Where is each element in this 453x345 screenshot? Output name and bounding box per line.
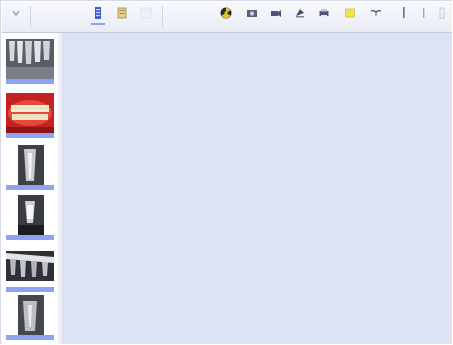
scan-button[interactable] (290, 5, 310, 31)
thumbnail-item[interactable] (6, 247, 54, 293)
xray-thumbnail (6, 195, 54, 235)
patient-list-icon (92, 7, 104, 19)
video-camera-icon (270, 7, 282, 19)
video-button[interactable] (266, 5, 286, 31)
toolbar (2, 2, 452, 33)
settings-icon (436, 7, 448, 19)
thumbnail-caption-bar (6, 235, 54, 240)
thumbnail-item[interactable] (6, 295, 54, 341)
radiation-icon (220, 7, 232, 19)
thumbnail-item[interactable] (6, 93, 54, 139)
zoom-button[interactable] (414, 5, 434, 31)
camera-icon (246, 7, 258, 19)
print-icon (318, 7, 330, 19)
thumbnail-caption-bar (6, 133, 54, 138)
note-button[interactable] (340, 5, 360, 31)
measure-button[interactable] (394, 5, 414, 31)
thumbnail-caption-bar (6, 287, 54, 292)
xray-acquire-button[interactable] (216, 5, 236, 31)
folder-icon (116, 7, 128, 19)
xray-thumbnail (6, 39, 54, 79)
xray-thumbnail (6, 247, 54, 287)
thumbnail-caption-bar (6, 185, 54, 190)
photo-thumbnail (6, 93, 54, 133)
tooth-chart-icon (370, 7, 382, 19)
thumbnail-item[interactable] (6, 39, 54, 85)
dropdown-button[interactable] (6, 5, 26, 31)
scanner-icon (294, 7, 306, 19)
patient-list-button[interactable] (88, 5, 108, 31)
zoom-icon (418, 7, 430, 19)
xray-thumbnail (6, 145, 54, 185)
thumbnail-caption-bar (6, 79, 54, 84)
ruler-icon (398, 7, 410, 19)
thumbnail-item[interactable] (6, 145, 54, 191)
tooth-chart-button[interactable] (366, 5, 386, 31)
image-viewer-area[interactable] (62, 33, 452, 344)
blank-icon (140, 7, 152, 19)
chevron-down-icon (10, 7, 22, 19)
settings-button[interactable] (432, 5, 452, 31)
print-button[interactable] (314, 5, 334, 31)
thumbnail-panel (2, 33, 59, 344)
toolbar-separator (30, 6, 31, 28)
open-button[interactable] (112, 5, 132, 31)
app-window (0, 0, 452, 344)
xray-thumbnail (6, 295, 54, 335)
camera-button[interactable] (242, 5, 262, 31)
empty-toolbar-button[interactable] (136, 5, 156, 31)
thumbnail-item[interactable] (6, 195, 54, 241)
thumbnail-caption-bar (6, 335, 54, 340)
toolbar-separator (162, 6, 163, 28)
note-icon (344, 7, 356, 19)
